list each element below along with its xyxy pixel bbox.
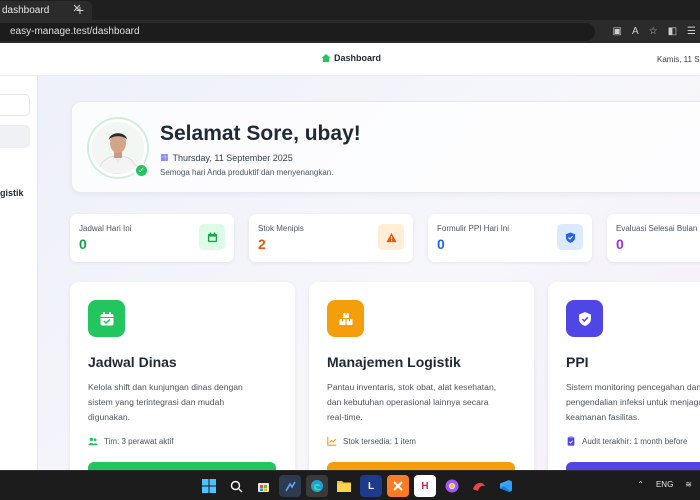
stat-label: Stok Menipis bbox=[258, 224, 304, 233]
card-title: PPI bbox=[566, 354, 589, 370]
edge-icon[interactable] bbox=[306, 475, 328, 497]
stat-card-jadwal[interactable]: Jadwal Hari Ini 0 bbox=[70, 214, 234, 262]
system-tray: ⌃ ENG ≋ bbox=[637, 480, 692, 489]
language-indicator[interactable]: ENG bbox=[656, 480, 673, 489]
vscode-icon[interactable] bbox=[495, 475, 517, 497]
chrome-icon[interactable] bbox=[441, 475, 463, 497]
page: Dashboard Kamis, 11 Se gistik ✓ Selamat … bbox=[0, 43, 700, 470]
wifi-icon[interactable]: ≋ bbox=[685, 480, 692, 489]
windows-start-icon[interactable] bbox=[198, 475, 220, 497]
card-meta-text: Tim: 3 perawat aktif bbox=[104, 436, 174, 446]
boxes-icon bbox=[327, 300, 364, 337]
taskbar: L H ⌃ ENG ≋ bbox=[0, 470, 700, 500]
extensions-icon[interactable]: ◧ bbox=[668, 24, 677, 40]
header-date: Kamis, 11 Se bbox=[657, 55, 700, 64]
browser-toolbar-icons: ▣ A ☆ ◧ ☰ bbox=[612, 24, 696, 40]
card-ppi[interactable]: PPI Sistem monitoring pencegahan dan pen… bbox=[548, 282, 700, 470]
dashboard-link[interactable]: Dashboard bbox=[321, 53, 381, 63]
store-icon[interactable] bbox=[252, 475, 274, 497]
card-title: Manajemen Logistik bbox=[327, 354, 461, 370]
card-jadwal-dinas[interactable]: Jadwal Dinas Kelola shift dan kunjungan … bbox=[70, 282, 295, 470]
stat-value: 0 bbox=[616, 236, 624, 252]
stat-card-stok[interactable]: Stok Menipis 2 bbox=[249, 214, 413, 262]
greeting-subtitle: Semoga hari Anda produktif dan menyenang… bbox=[160, 168, 334, 177]
taskbar-apps: L H bbox=[198, 475, 517, 497]
welcome-card: ✓ Selamat Sore, ubay! ▦ Thursday, 11 Sep… bbox=[71, 101, 700, 193]
card-meta: Tim: 3 perawat aktif bbox=[88, 436, 174, 446]
calendar-icon: ▦ bbox=[160, 152, 169, 162]
app-l-icon[interactable]: L bbox=[360, 475, 382, 497]
users-icon bbox=[88, 437, 98, 446]
card-meta-text: Audit terakhir: 1 month before bbox=[582, 436, 688, 446]
favorite-icon[interactable]: ☆ bbox=[649, 24, 658, 40]
stat-label: Formulir PPI Hari Ini bbox=[437, 224, 510, 233]
read-aloud-icon[interactable]: A bbox=[632, 24, 639, 40]
stat-value: 0 bbox=[79, 236, 87, 252]
card-description: Pantau inventaris, stok obat, alat keseh… bbox=[327, 382, 497, 422]
card-description: Kelola shift dan kunjungan dinas dengan … bbox=[88, 382, 243, 422]
dashboard-label: Dashboard bbox=[334, 53, 382, 63]
reader-mode-icon[interactable]: ▣ bbox=[612, 24, 621, 40]
shield-icon bbox=[557, 224, 583, 250]
url-field[interactable]: easy-manage.test/dashboard bbox=[0, 23, 595, 41]
shield-icon bbox=[566, 300, 603, 337]
firebird-icon[interactable] bbox=[468, 475, 490, 497]
stat-value: 2 bbox=[258, 236, 266, 252]
sidebar-search-input[interactable] bbox=[0, 94, 30, 116]
favorites-bar-icon[interactable]: ☰ bbox=[687, 24, 696, 40]
card-description: Sistem monitoring pencegahan dan pengend… bbox=[566, 382, 700, 422]
card-title: Jadwal Dinas bbox=[88, 354, 177, 370]
stat-label: Evaluasi Selesai Bulan Ini bbox=[616, 224, 700, 233]
greeting-date-text: Thursday, 11 September 2025 bbox=[172, 152, 293, 163]
card-button-jadwal[interactable] bbox=[88, 462, 276, 470]
xampp-icon[interactable] bbox=[387, 475, 409, 497]
tab-title: dashboard bbox=[2, 5, 50, 16]
calendar-icon bbox=[88, 300, 125, 337]
sidebar-item-logistik[interactable]: gistik bbox=[0, 188, 24, 198]
stat-value: 0 bbox=[437, 236, 445, 252]
chart-icon bbox=[327, 436, 337, 446]
home-icon bbox=[321, 54, 331, 62]
greeting-date: ▦ Thursday, 11 September 2025 bbox=[160, 152, 293, 163]
main-content: ✓ Selamat Sore, ubay! ▦ Thursday, 11 Sep… bbox=[38, 76, 700, 470]
search-icon[interactable] bbox=[225, 475, 247, 497]
card-meta-text: Stok tersedia: 1 item bbox=[343, 436, 416, 446]
heidisql-icon[interactable]: H bbox=[414, 475, 436, 497]
explorer-icon[interactable] bbox=[333, 475, 355, 497]
clipboard-icon bbox=[567, 436, 575, 446]
sidebar: gistik bbox=[0, 76, 38, 470]
card-meta: Audit terakhir: 1 month before bbox=[566, 436, 687, 446]
warning-icon bbox=[378, 224, 404, 250]
widgets-icon[interactable] bbox=[279, 475, 301, 497]
card-meta: Stok tersedia: 1 item bbox=[327, 436, 416, 446]
card-button-logistik[interactable] bbox=[327, 462, 515, 470]
card-button-ppi[interactable] bbox=[566, 462, 700, 470]
verified-check-icon: ✓ bbox=[134, 163, 149, 178]
greeting-title: Selamat Sore, ubay! bbox=[160, 122, 361, 145]
card-manajemen-logistik[interactable]: Manajemen Logistik Pantau inventaris, st… bbox=[309, 282, 534, 470]
calendar-icon bbox=[199, 224, 225, 250]
browser-tab-bar: dashboard ✕ + bbox=[0, 0, 700, 20]
top-navbar: Dashboard Kamis, 11 Se bbox=[0, 43, 700, 76]
stat-label: Jadwal Hari Ini bbox=[79, 224, 132, 233]
chevron-up-icon[interactable]: ⌃ bbox=[637, 480, 644, 489]
sidebar-item-active[interactable] bbox=[0, 125, 30, 148]
address-bar: easy-manage.test/dashboard ▣ A ☆ ◧ ☰ bbox=[0, 20, 700, 43]
stat-card-evaluasi[interactable]: Evaluasi Selesai Bulan Ini 0 bbox=[607, 214, 700, 262]
stat-card-ppi[interactable]: Formulir PPI Hari Ini 0 bbox=[428, 214, 592, 262]
new-tab-button[interactable]: + bbox=[72, 0, 88, 20]
